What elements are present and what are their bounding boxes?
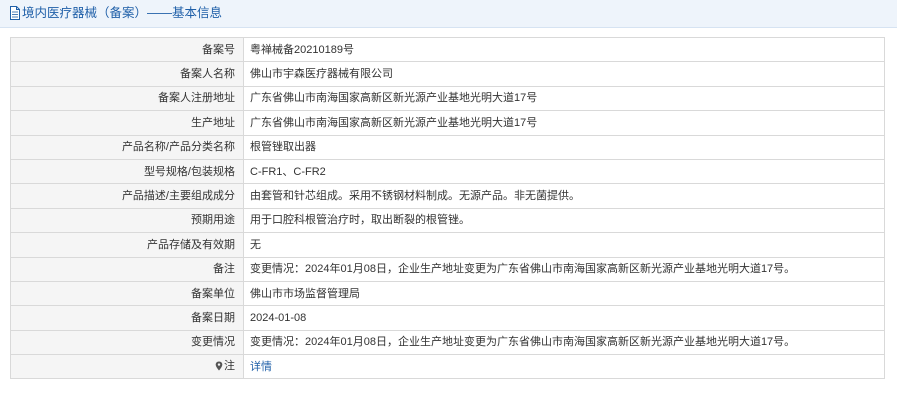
table-row: 备案号 粤禅械备20210189号 <box>10 36 885 63</box>
table-row: 预期用途 用于口腔科根管治疗时，取出断裂的根管锉。 <box>10 207 885 234</box>
field-value: 变更情况：2024年01月08日，企业生产地址变更为广东省佛山市南海国家高新区新… <box>243 256 885 282</box>
field-label: 产品名称/产品分类名称 <box>10 134 244 160</box>
field-value: 广东省佛山市南海国家高新区新光源产业基地光明大道17号 <box>243 85 885 112</box>
table-row: 产品描述/主要组成成分 由套管和针芯组成。采用不锈钢材料制成。无源产品。非无菌提供… <box>10 183 885 209</box>
field-value: 根管锉取出器 <box>243 134 885 160</box>
section-header: 境内医疗器械（备案）——基本信息 <box>0 0 897 28</box>
page: 境内医疗器械（备案）——基本信息 备案号 粤禅械备20210189号 备案人名称 佛山… <box>0 0 897 408</box>
note-value-cell: 详情 <box>243 354 885 380</box>
table-row: 生产地址 广东省佛山市南海国家高新区新光源产业基地光明大道17号 <box>10 110 885 136</box>
field-value: 粤禅械备20210189号 <box>243 36 885 63</box>
field-value: 广东省佛山市南海国家高新区新光源产业基地光明大道17号 <box>243 110 885 136</box>
field-label: 生产地址 <box>10 110 244 136</box>
field-label: 备案日期 <box>10 305 244 331</box>
field-label: 型号规格/包装规格 <box>10 158 244 185</box>
note-label: 注 <box>224 359 235 372</box>
document-icon <box>10 6 20 20</box>
table-row: 产品存储及有效期无 <box>10 232 885 258</box>
page-title: 境内医疗器械（备案）——基本信息 <box>22 6 223 20</box>
table-row: 变更情况 变更情况：2024年01月08日，企业生产地址变更为广东省佛山市南海国家… <box>10 329 885 356</box>
map-pin-icon <box>215 361 223 371</box>
table-row: 备案人注册地址 广东省佛山市南海国家高新区新光源产业基地光明大道17号 <box>10 85 885 112</box>
table-row: 备注 变更情况：2024年01月08日，企业生产地址变更为广东省佛山市南海国家高新… <box>10 256 885 282</box>
details-link[interactable]: 详情 <box>250 361 272 373</box>
field-value: C-FR1、C-FR2 <box>243 158 885 185</box>
field-value: 变更情况：2024年01月08日，企业生产地址变更为广东省佛山市南海国家高新区新… <box>243 329 885 356</box>
field-label: 预期用途 <box>10 207 244 234</box>
table-row: 产品名称/产品分类名称 根管锉取出器 <box>10 134 885 160</box>
field-label: 产品描述/主要组成成分 <box>10 183 244 209</box>
table-row-note: 注 详情 <box>10 354 885 380</box>
table-row: 型号规格/包装规格 C-FR1、C-FR2 <box>10 158 885 185</box>
field-label: 变更情况 <box>10 329 244 356</box>
field-label: 备注 <box>10 256 244 282</box>
table-row: 备案日期 2024-01-08 <box>10 305 885 331</box>
basic-info-table: 备案号 粤禅械备20210189号 备案人名称 佛山市宇森医疗器械有限公司 备案人注册地… <box>10 36 885 380</box>
field-value: 由套管和针芯组成。采用不锈钢材料制成。无源产品。非无菌提供。 <box>243 183 885 209</box>
field-value: 用于口腔科根管治疗时，取出断裂的根管锉。 <box>243 207 885 234</box>
field-label: 产品存储及有效期 <box>10 232 244 258</box>
field-label: 备案号 <box>10 36 244 63</box>
basic-info-table-body: 备案号 粤禅械备20210189号 备案人名称 佛山市宇森医疗器械有限公司 备案人注册地… <box>10 36 885 380</box>
field-label: 备案单位 <box>10 280 244 307</box>
field-label: 备案人注册地址 <box>10 85 244 112</box>
note-label-cell: 注 <box>10 354 244 380</box>
field-label: 备案人名称 <box>10 61 244 87</box>
field-value: 无 <box>243 232 885 258</box>
table-row: 备案单位 佛山市市场监督管理局 <box>10 280 885 307</box>
field-value: 2024-01-08 <box>243 305 885 331</box>
table-row: 备案人名称 佛山市宇森医疗器械有限公司 <box>10 61 885 87</box>
field-value: 佛山市市场监督管理局 <box>243 280 885 307</box>
field-value: 佛山市宇森医疗器械有限公司 <box>243 61 885 87</box>
